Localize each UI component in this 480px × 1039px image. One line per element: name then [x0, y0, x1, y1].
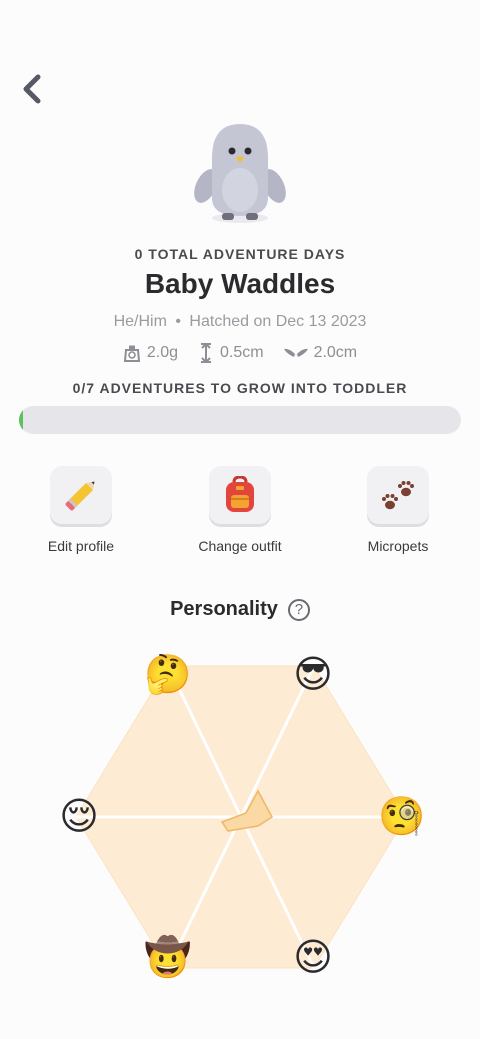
cowboy-face-icon: 🤠: [144, 935, 192, 979]
edit-profile-label: Edit profile: [47, 538, 115, 554]
height-stat: 0.5cm: [198, 343, 264, 363]
monocle-face-icon: 🧐: [378, 794, 426, 838]
personality-header: Personality ?: [0, 598, 480, 621]
heart-eyes-face-icon: 😍: [293, 935, 333, 979]
sunglasses-face-icon: 😎: [293, 652, 333, 696]
growth-label: 0/7 ADVENTURES TO GROW INTO TODDLER: [72, 380, 408, 396]
wingspan-value: 2.0cm: [313, 344, 358, 361]
hatched-date: Hatched on Dec 13 2023: [189, 313, 367, 330]
pet-name: Baby Waddles: [144, 268, 336, 299]
edit-profile-button[interactable]: Edit profile: [16, 466, 146, 554]
edit-profile-tile: [50, 466, 112, 524]
change-outfit-button[interactable]: Change outfit: [175, 466, 305, 554]
chevron-left-icon: [23, 74, 41, 104]
wings-icon: [283, 348, 308, 357]
pet-avatar: [192, 118, 288, 228]
relieved-face-icon: 😌: [59, 794, 99, 838]
personality-title: Personality: [170, 598, 278, 620]
pet-stats: 2.0g 0.5cm 2.0cm: [0, 343, 480, 363]
growth-progress-bar: [19, 406, 461, 434]
pet-meta: He/Him • Hatched on Dec 13 2023: [0, 313, 480, 331]
micropets-button[interactable]: Micropets: [333, 466, 463, 554]
backpack-icon: [226, 476, 254, 512]
thinking-face-icon: 🤔: [144, 652, 192, 696]
weight-value: 2.0g: [146, 344, 178, 361]
paw-prints-icon: [382, 481, 414, 510]
wingspan-stat: 2.0cm: [283, 343, 358, 363]
change-outfit-tile: [209, 466, 271, 524]
height-arrows-icon: [200, 343, 211, 363]
personality-radar-chart: [75, 665, 407, 969]
pencil-icon: [65, 481, 95, 511]
weight-stat: 2.0g: [123, 343, 178, 363]
growth-progress-fill: [19, 406, 23, 434]
height-value: 0.5cm: [219, 344, 264, 361]
micropets-label: Micropets: [367, 538, 429, 554]
back-button[interactable]: [18, 72, 48, 106]
help-icon[interactable]: ?: [287, 598, 310, 621]
scale-icon: [123, 345, 140, 362]
change-outfit-label: Change outfit: [198, 538, 282, 554]
micropets-tile: [367, 466, 429, 524]
pronouns: He/Him: [113, 313, 167, 330]
separator: •: [175, 313, 181, 330]
total-adventure-days: 0 TOTAL ADVENTURE DAYS: [134, 246, 346, 262]
